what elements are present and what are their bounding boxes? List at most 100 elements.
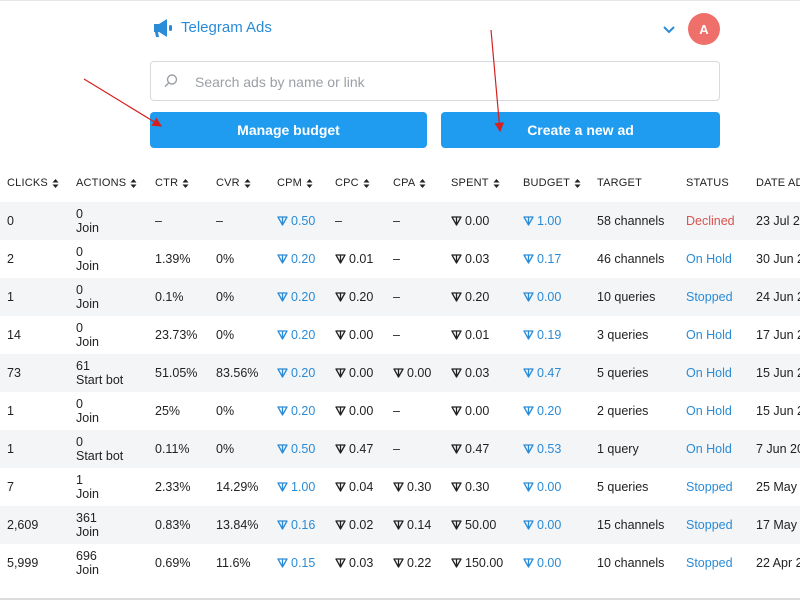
action-type: Start bot bbox=[76, 372, 124, 387]
table-row[interactable]: 0 0 Join – –0.50– –0.00 1.00 58 channels Decline… bbox=[0, 202, 800, 240]
table-row[interactable]: 2 0 Join 1.39% 0% 0.20 0.01 – 0.03 0.17 46 channel… bbox=[0, 240, 800, 278]
sort-icon[interactable] bbox=[306, 178, 313, 189]
col-header-clicks[interactable]: CLICKS bbox=[0, 164, 69, 202]
cell-status[interactable]: Stopped bbox=[679, 544, 749, 582]
search-box[interactable] bbox=[150, 61, 720, 101]
cell-status[interactable]: Stopped bbox=[679, 278, 749, 316]
table-row[interactable]: 14 0 Join 23.73% 0% 0.20 0.00 – 0.01 0.19 3 querie… bbox=[0, 316, 800, 354]
cell-cvr: 13.84% bbox=[209, 506, 270, 544]
cell-date: 22 Apr 2 bbox=[756, 556, 800, 570]
cell-cpm[interactable]: 0.20 bbox=[270, 278, 328, 316]
ton-icon bbox=[393, 368, 404, 378]
cell-target: 5 queries bbox=[590, 354, 679, 392]
col-header-cvr[interactable]: CVR bbox=[209, 164, 270, 202]
cell-cvr: 0% bbox=[216, 404, 235, 418]
cell-status[interactable]: On Hold bbox=[679, 392, 749, 430]
amount: 0.20 bbox=[291, 290, 316, 304]
ton-icon bbox=[277, 330, 288, 340]
col-header-cpa[interactable]: CPA bbox=[386, 164, 444, 202]
cell-status[interactable]: On Hold bbox=[679, 316, 749, 354]
col-header-budget[interactable]: BUDGET bbox=[516, 164, 590, 202]
cell-status[interactable]: On Hold bbox=[679, 430, 749, 468]
cell-cpc: 0.00 bbox=[328, 354, 386, 392]
table-row[interactable]: 1 0 Join 25% 0% 0.20 0.00 – 0.00 0.20 2 queries On … bbox=[0, 392, 800, 430]
search-input[interactable] bbox=[193, 71, 697, 93]
col-header-spent[interactable]: SPENT bbox=[444, 164, 516, 202]
cell-budget[interactable]: 0.20 bbox=[516, 392, 590, 430]
amount: 0.04 bbox=[349, 480, 374, 494]
sort-icon[interactable] bbox=[130, 178, 137, 189]
cell-cpm[interactable]: 0.15 bbox=[270, 544, 328, 582]
cell-cpm[interactable]: 0.50 bbox=[270, 202, 328, 240]
sort-icon[interactable] bbox=[574, 178, 581, 189]
amount: 0.47 bbox=[537, 366, 562, 380]
table-row[interactable]: 5,999 696 Join 0.69% 11.6% 0.15 0.03 0.22 150.00… bbox=[0, 544, 800, 582]
action-count: 1 bbox=[76, 472, 83, 487]
cell-cpm[interactable]: 0.20 bbox=[270, 392, 328, 430]
cell-budget[interactable]: 0.19 bbox=[516, 316, 590, 354]
app-title[interactable]: Telegram Ads bbox=[181, 19, 272, 36]
cell-cpm[interactable]: 0.20 bbox=[270, 316, 328, 354]
table-row[interactable]: 1 0 Start bot 0.11% 0% 0.50 0.47–0.47 0.53 1 que… bbox=[0, 430, 800, 468]
cell-status[interactable]: Stopped bbox=[679, 506, 749, 544]
col-header-label: CVR bbox=[216, 177, 240, 189]
cell-ctr: 0.11% bbox=[148, 430, 209, 468]
cell-actions: 0 Join bbox=[69, 240, 148, 278]
cell-target: 10 channels bbox=[597, 556, 665, 570]
ton-icon bbox=[523, 330, 534, 340]
cell-cvr: 14.29% bbox=[216, 480, 259, 494]
amount: 0.00 bbox=[407, 366, 432, 380]
cell-budget[interactable]: 0.00 bbox=[516, 468, 590, 506]
cell-budget[interactable]: 0.00 bbox=[516, 506, 590, 544]
cell-budget[interactable]: 0.00 bbox=[516, 544, 590, 582]
amount: 0.20 bbox=[291, 328, 316, 342]
sort-icon[interactable] bbox=[363, 178, 370, 189]
cell-cpc: 0.00 bbox=[328, 316, 386, 354]
action-count: 0 bbox=[76, 320, 83, 335]
create-ad-button[interactable]: Create a new ad bbox=[441, 112, 720, 148]
cell-cpm[interactable]: 0.20 bbox=[270, 240, 328, 278]
ton-icon bbox=[451, 216, 462, 226]
cell-budget[interactable]: 1.00 bbox=[516, 202, 590, 240]
table-row[interactable]: 1 0 Join 0.1% 0% 0.20 0.20–0.20 0.00 10 queries S… bbox=[0, 278, 800, 316]
chevron-down-icon[interactable] bbox=[662, 22, 676, 36]
avatar[interactable]: A bbox=[688, 13, 720, 45]
sort-icon[interactable] bbox=[244, 178, 251, 189]
col-header-ctr[interactable]: CTR bbox=[148, 164, 209, 202]
table-row[interactable]: 2,609 361 Join 0.83% 13.84% 0.16 0.02 0.14 50.00… bbox=[0, 506, 800, 544]
sort-icon[interactable] bbox=[52, 178, 59, 189]
cell-cpm[interactable]: 0.50 bbox=[270, 430, 328, 468]
amount: 0.00 bbox=[537, 556, 562, 570]
col-header-actions[interactable]: ACTIONS bbox=[69, 164, 148, 202]
table-row[interactable]: 7 1 Join 2.33% 14.29% 1.00 0.04 0.30 0.30 0.00 5 q… bbox=[0, 468, 800, 506]
cell-spent: 0.47 bbox=[444, 430, 516, 468]
cell-status[interactable]: Stopped bbox=[679, 468, 749, 506]
sort-icon[interactable] bbox=[419, 178, 426, 189]
ton-icon bbox=[523, 482, 534, 492]
ton-icon bbox=[393, 520, 404, 530]
col-header-cpc[interactable]: CPC bbox=[328, 164, 386, 202]
cell-budget[interactable]: 0.47 bbox=[516, 354, 590, 392]
cell-status[interactable]: On Hold bbox=[679, 240, 749, 278]
cell-spent: 0.00 bbox=[444, 392, 516, 430]
cell-budget[interactable]: 0.00 bbox=[516, 278, 590, 316]
manage-budget-button[interactable]: Manage budget bbox=[150, 112, 427, 148]
ton-icon bbox=[277, 292, 288, 302]
col-header-cpm[interactable]: CPM bbox=[270, 164, 328, 202]
cell-budget[interactable]: 0.53 bbox=[516, 430, 590, 468]
cell-cpm[interactable]: 0.20 bbox=[270, 354, 328, 392]
cell-cpm[interactable]: 0.16 bbox=[270, 506, 328, 544]
cell-status[interactable]: On Hold bbox=[679, 354, 749, 392]
ton-icon bbox=[451, 406, 462, 416]
sort-icon[interactable] bbox=[493, 178, 500, 189]
action-count: 0 bbox=[76, 396, 83, 411]
sort-icon[interactable] bbox=[182, 178, 189, 189]
table-row[interactable]: 73 61 Start bot 51.05% 83.56% 0.20 0.00 0.00 0.0… bbox=[0, 354, 800, 392]
cell-status[interactable]: Declined bbox=[679, 202, 749, 240]
cell-cvr: 0% bbox=[209, 430, 270, 468]
action-type: Join bbox=[76, 296, 99, 311]
amount: 0.01 bbox=[349, 252, 374, 266]
cell-budget[interactable]: 0.17 bbox=[516, 240, 590, 278]
ton-icon bbox=[451, 444, 462, 454]
cell-cpm[interactable]: 1.00 bbox=[270, 468, 328, 506]
